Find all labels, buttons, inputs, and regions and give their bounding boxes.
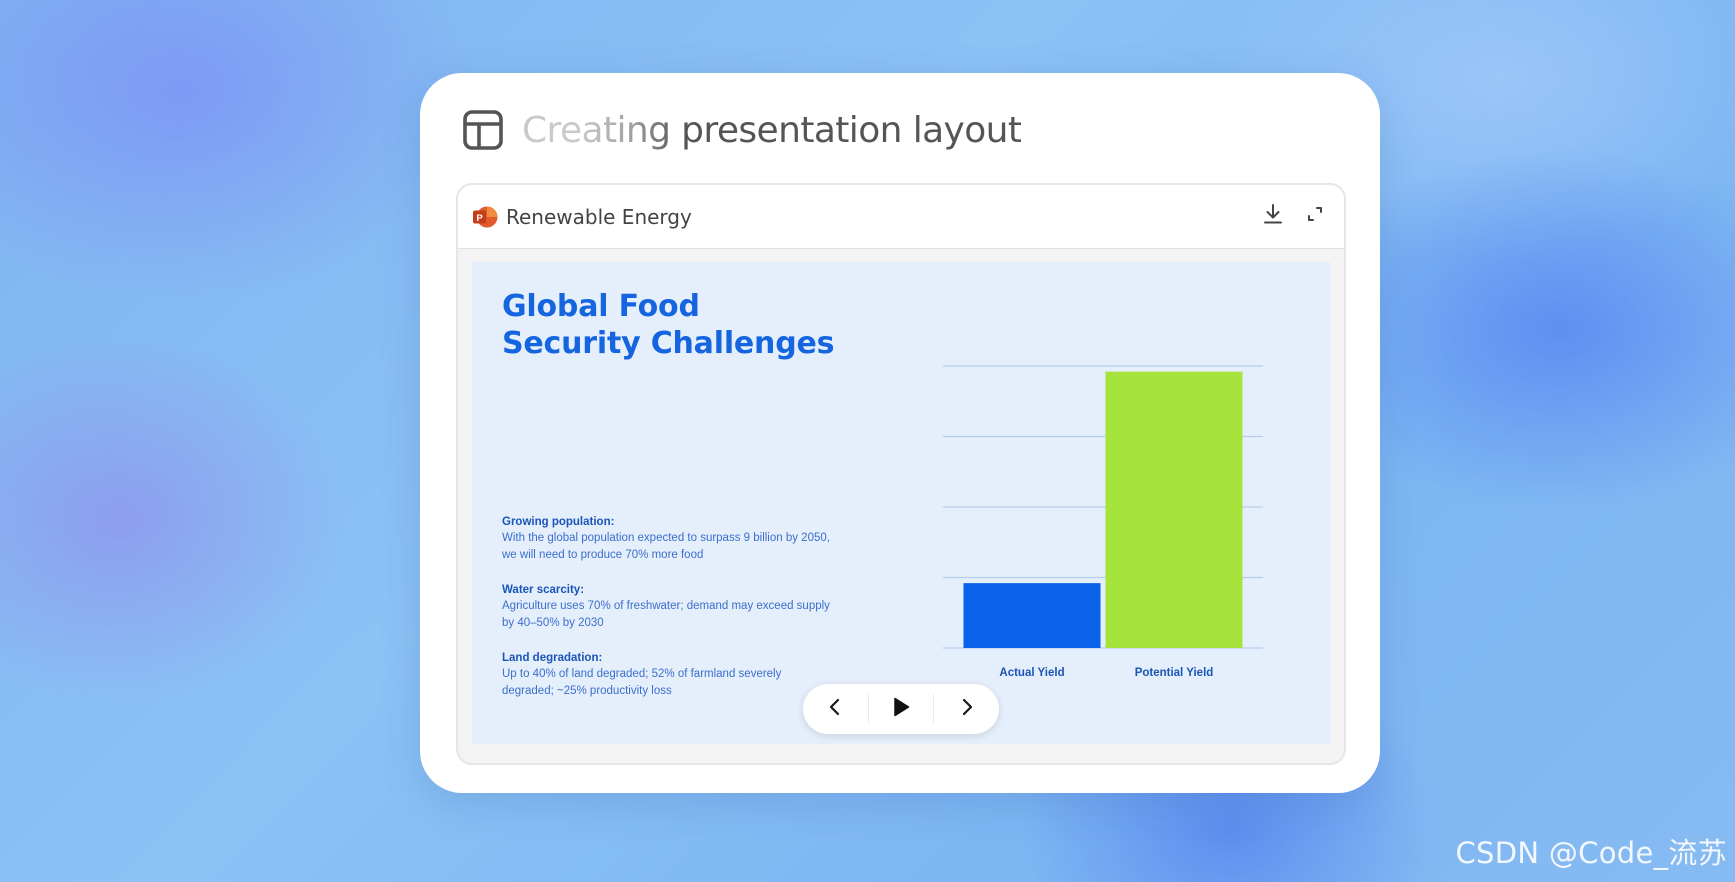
viewer-toolbar: P Renewable Energy xyxy=(458,185,1344,249)
yield-bar-chart: Actual Yield Potential Yield xyxy=(943,365,1263,679)
download-button[interactable] xyxy=(1260,204,1286,230)
download-icon xyxy=(1262,203,1284,230)
previous-slide-button[interactable] xyxy=(803,684,868,734)
fullscreen-button[interactable] xyxy=(1302,204,1328,230)
chart-category-label: Actual Yield xyxy=(999,667,1064,679)
chart-category-label: Potential Yield xyxy=(1135,667,1214,679)
file-name: Renewable Energy xyxy=(506,204,692,229)
chevron-left-icon xyxy=(827,697,843,722)
svg-text:P: P xyxy=(476,212,483,223)
toolbar-actions xyxy=(1260,204,1328,230)
play-icon xyxy=(891,696,911,723)
presentation-viewer: P Renewable Energy Global Food Security … xyxy=(456,183,1346,765)
chevron-right-icon xyxy=(959,697,975,722)
chart-bar-actual-yield xyxy=(963,583,1101,648)
play-button[interactable] xyxy=(869,684,934,734)
task-card: Creating presentation layout P Renewable… xyxy=(420,73,1380,793)
slide-controls xyxy=(803,684,999,734)
card-title: Creating presentation layout xyxy=(522,109,1022,151)
layout-icon xyxy=(462,109,504,151)
card-header: Creating presentation layout xyxy=(462,103,1022,157)
chart-bar-potential-yield xyxy=(1105,371,1243,648)
expand-icon xyxy=(1306,205,1324,228)
next-slide-button[interactable] xyxy=(934,684,999,734)
slide: Global Food Security Challenges Growing … xyxy=(472,262,1330,744)
powerpoint-icon: P xyxy=(472,204,498,230)
watermark: CSDN @Code_流苏 xyxy=(1455,836,1727,870)
